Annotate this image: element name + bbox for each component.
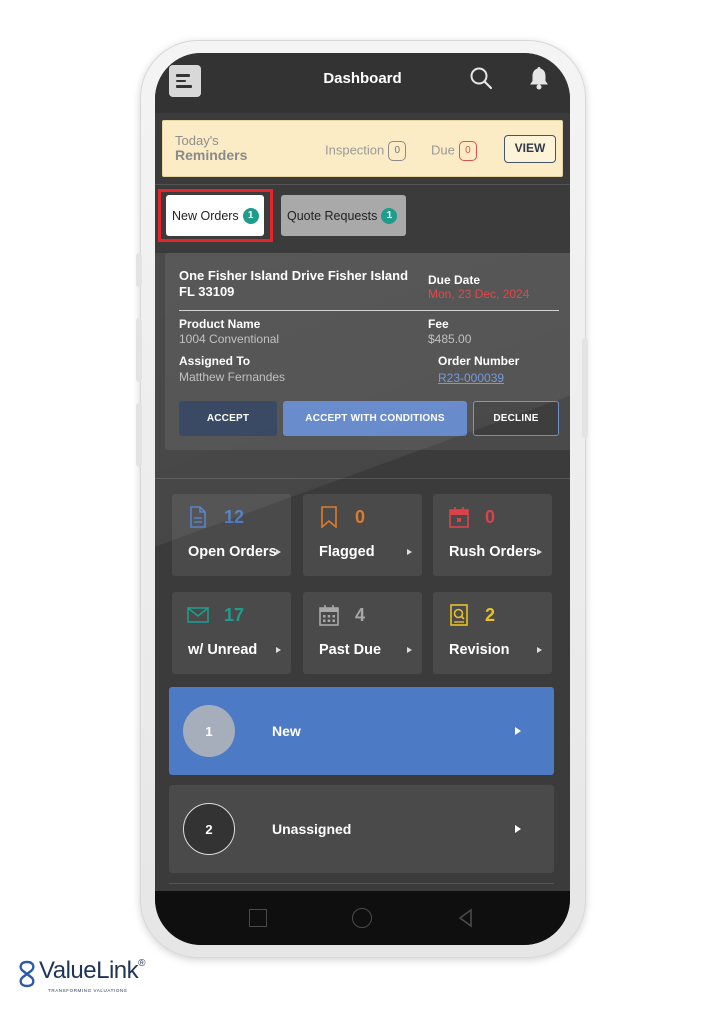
accept-with-conditions-button[interactable]: ACCEPT WITH CONDITIONS — [283, 401, 467, 436]
divider — [155, 184, 570, 185]
system-nav-bar — [155, 891, 570, 945]
rush-orders-label: Rush Orders — [449, 544, 537, 560]
stage: Dashboard Today's Reminders Inspection 0 … — [0, 0, 724, 1024]
list-row-new[interactable]: 1 New — [169, 687, 554, 775]
accept-button[interactable]: ACCEPT — [179, 401, 277, 436]
order-number-label: Order Number — [438, 354, 520, 368]
row-number-circle: 1 — [183, 705, 235, 757]
chevron-right-icon — [515, 727, 521, 735]
chevron-right-icon — [537, 549, 542, 555]
tab-quote-requests[interactable]: Quote Requests 1 — [281, 195, 406, 236]
divider — [155, 478, 570, 479]
tile-rush-orders[interactable]: 0 Rush Orders — [433, 494, 552, 576]
revision-count: 2 — [485, 605, 496, 625]
top-app-bar: Dashboard — [155, 53, 570, 113]
bell-icon[interactable] — [527, 65, 551, 91]
reminders-banner: Today's Reminders Inspection 0 Due 0 VIEW — [162, 120, 563, 177]
rush-orders-count: 0 — [485, 507, 496, 527]
chevron-right-icon — [407, 549, 412, 555]
home-icon[interactable] — [352, 908, 372, 928]
phone-side-button — [136, 253, 142, 287]
calendar-icon — [449, 507, 469, 528]
order-card: One Fisher Island Drive Fisher Island FL… — [165, 253, 570, 450]
tile-revision[interactable]: 2 Revision — [433, 592, 552, 674]
open-orders-label: Open Orders — [188, 544, 277, 560]
row-label: New — [272, 723, 301, 739]
brand-name: ValueLink® — [39, 957, 146, 984]
inspection-reminder: Inspection 0 — [325, 141, 407, 161]
assigned-to-label: Assigned To — [179, 354, 251, 368]
chevron-right-icon — [276, 549, 281, 555]
due-date-value: Mon, 23 Dec, 2024 — [428, 287, 530, 301]
flagged-label: Flagged — [319, 544, 375, 560]
page-title: Dashboard — [323, 70, 402, 87]
brand-tagline: TRANSFORMING VALUATIONS — [48, 988, 128, 993]
quote-requests-count-badge: 1 — [381, 207, 398, 224]
phone-side-button — [136, 403, 142, 467]
past-due-label: Past Due — [319, 642, 382, 658]
calendar-grid-icon — [319, 605, 339, 626]
tile-flagged[interactable]: 0 Flagged — [303, 494, 422, 576]
phone-side-button — [136, 318, 142, 382]
tile-open-orders[interactable]: 12 Open Orders — [172, 494, 291, 576]
recents-icon[interactable] — [249, 909, 267, 927]
fee-label: Fee — [428, 317, 449, 331]
view-reminders-button[interactable]: VIEW — [504, 135, 556, 163]
back-icon[interactable] — [456, 908, 476, 928]
envelope-icon — [187, 607, 209, 623]
list-row-unassigned[interactable]: 2 Unassigned — [169, 785, 554, 873]
fee-value: $485.00 — [428, 332, 472, 346]
order-number-link[interactable]: R23-000039 — [438, 371, 504, 385]
reminders-label: Today's Reminders — [175, 133, 248, 163]
revision-label: Revision — [449, 642, 510, 658]
tile-unread[interactable]: 17 w/ Unread — [172, 592, 291, 674]
unread-label: w/ Unread — [188, 642, 258, 658]
order-address: One Fisher Island Drive Fisher Island FL… — [179, 268, 409, 299]
due-reminder: Due 0 — [431, 141, 477, 161]
flagged-count: 0 — [355, 507, 366, 527]
phone-screen: Dashboard Today's Reminders Inspection 0 … — [155, 53, 570, 945]
chevron-right-icon — [515, 825, 521, 833]
divider — [169, 883, 554, 884]
open-orders-count: 12 — [224, 507, 245, 527]
due-date-label: Due Date — [428, 273, 481, 287]
product-name-value: 1004 Conventional — [179, 332, 280, 346]
inspection-count-badge: 0 — [388, 141, 407, 161]
decline-button[interactable]: DECLINE — [473, 401, 559, 436]
card-divider — [179, 310, 559, 311]
unread-count: 17 — [224, 605, 245, 625]
due-count-badge: 0 — [458, 141, 477, 161]
chevron-right-icon — [407, 647, 412, 653]
assigned-to-value: Matthew Fernandes — [179, 370, 286, 384]
highlight-box — [158, 189, 273, 242]
past-due-count: 4 — [355, 605, 366, 625]
document-icon — [190, 506, 206, 528]
row-number-circle: 2 — [183, 803, 235, 855]
product-name-label: Product Name — [179, 317, 261, 331]
search-document-icon — [450, 604, 468, 626]
row-label: Unassigned — [272, 821, 352, 837]
valuelink-logo-icon — [19, 960, 35, 988]
phone-side-button — [582, 338, 588, 438]
tile-past-due[interactable]: 4 Past Due — [303, 592, 422, 674]
search-icon[interactable] — [468, 65, 494, 91]
chevron-right-icon — [537, 647, 542, 653]
bookmark-icon — [321, 506, 337, 528]
chevron-right-icon — [276, 647, 281, 653]
